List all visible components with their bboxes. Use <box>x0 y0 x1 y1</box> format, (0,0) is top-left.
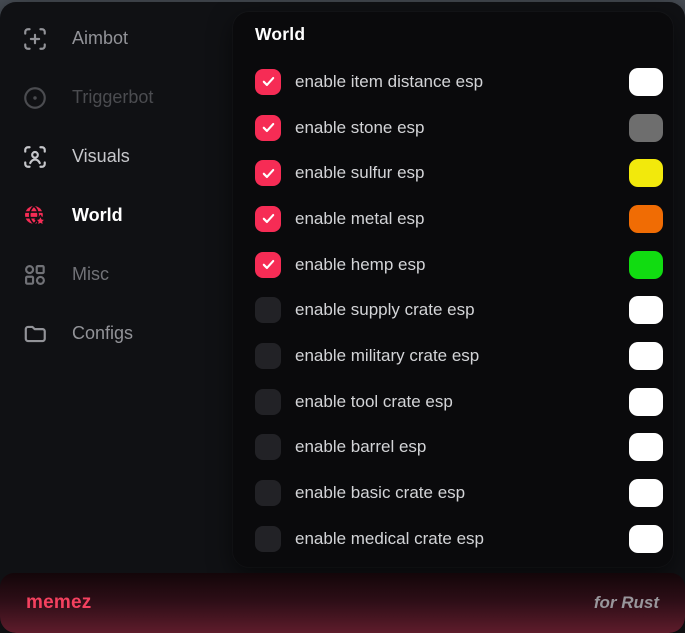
esp-option-row: enable basic crate esp <box>233 470 673 516</box>
esp-option-row <box>233 562 673 567</box>
esp-option-row: enable military crate esp <box>233 333 673 379</box>
check-icon <box>261 74 276 89</box>
esp-color-swatch[interactable] <box>629 433 663 461</box>
esp-color-swatch[interactable] <box>629 68 663 96</box>
shapes-grid-icon <box>22 262 48 288</box>
world-settings-panel[interactable]: World enable item distance esp enable st… <box>233 12 673 567</box>
esp-color-swatch[interactable] <box>629 525 663 553</box>
esp-option-label: enable tool crate esp <box>295 392 629 412</box>
esp-option-row: enable supply crate esp <box>233 287 673 333</box>
esp-option-label: enable stone esp <box>295 118 629 138</box>
esp-color-swatch[interactable] <box>629 114 663 142</box>
esp-color-swatch[interactable] <box>629 159 663 187</box>
esp-option-row: enable medical crate esp <box>233 516 673 562</box>
folder-icon <box>22 321 48 347</box>
esp-option-row: enable item distance esp <box>233 59 673 105</box>
esp-checkbox[interactable] <box>255 206 281 232</box>
check-icon <box>261 257 276 272</box>
esp-checkbox[interactable] <box>255 115 281 141</box>
esp-checkbox[interactable] <box>255 297 281 323</box>
esp-option-label: enable item distance esp <box>295 72 629 92</box>
footer-bar: memez for Rust <box>0 573 685 633</box>
check-icon <box>261 211 276 226</box>
esp-options-list: enable item distance esp enable stone es… <box>233 59 673 567</box>
esp-checkbox[interactable] <box>255 389 281 415</box>
sidebar-item-visuals[interactable]: Visuals <box>0 127 233 186</box>
sidebar-item-label: Configs <box>72 323 133 344</box>
esp-option-label: enable military crate esp <box>295 346 629 366</box>
esp-color-swatch[interactable] <box>629 388 663 416</box>
sidebar-item-triggerbot[interactable]: Triggerbot <box>0 68 233 127</box>
esp-option-row: enable barrel esp <box>233 425 673 471</box>
sidebar-item-label: Misc <box>72 264 109 285</box>
check-icon <box>261 120 276 135</box>
esp-option-row: enable sulfur esp <box>233 150 673 196</box>
esp-option-label: enable medical crate esp <box>295 529 629 549</box>
esp-checkbox[interactable] <box>255 343 281 369</box>
globe-star-icon <box>22 203 48 229</box>
esp-option-label: enable supply crate esp <box>295 300 629 320</box>
sidebar-item-aimbot[interactable]: Aimbot <box>0 9 233 68</box>
esp-checkbox[interactable] <box>255 480 281 506</box>
check-icon <box>261 166 276 181</box>
cheat-menu-window: Aimbot Triggerbot Visuals <box>0 2 685 633</box>
esp-color-swatch[interactable] <box>629 251 663 279</box>
brand-tagline: for Rust <box>594 593 659 613</box>
esp-option-label: enable metal esp <box>295 209 629 229</box>
esp-checkbox[interactable] <box>255 434 281 460</box>
user-scan-icon <box>22 144 48 170</box>
panel-title: World <box>255 24 673 45</box>
sidebar-item-label: Aimbot <box>72 28 128 49</box>
esp-checkbox[interactable] <box>255 526 281 552</box>
esp-option-row: enable tool crate esp <box>233 379 673 425</box>
brand-name: memez <box>26 592 91 614</box>
esp-color-swatch[interactable] <box>629 479 663 507</box>
esp-option-row: enable stone esp <box>233 105 673 151</box>
sidebar-item-label: World <box>72 205 123 226</box>
esp-color-swatch[interactable] <box>629 296 663 324</box>
esp-option-row: enable metal esp <box>233 196 673 242</box>
scan-plus-icon <box>22 26 48 52</box>
esp-color-swatch[interactable] <box>629 342 663 370</box>
esp-checkbox[interactable] <box>255 160 281 186</box>
esp-option-label: enable barrel esp <box>295 437 629 457</box>
sidebar-item-configs[interactable]: Configs <box>0 304 233 363</box>
esp-option-label: enable sulfur esp <box>295 163 629 183</box>
esp-option-row: enable hemp esp <box>233 242 673 288</box>
sidebar-item-misc[interactable]: Misc <box>0 245 233 304</box>
esp-checkbox[interactable] <box>255 252 281 278</box>
sidebar-item-label: Visuals <box>72 146 130 167</box>
sidebar-item-world[interactable]: World <box>0 186 233 245</box>
sidebar-item-label: Triggerbot <box>72 87 153 108</box>
sidebar: Aimbot Triggerbot Visuals <box>0 9 233 363</box>
circle-dot-icon <box>22 85 48 111</box>
esp-option-label: enable hemp esp <box>295 255 629 275</box>
esp-checkbox[interactable] <box>255 69 281 95</box>
esp-option-label: enable basic crate esp <box>295 483 629 503</box>
esp-color-swatch[interactable] <box>629 205 663 233</box>
